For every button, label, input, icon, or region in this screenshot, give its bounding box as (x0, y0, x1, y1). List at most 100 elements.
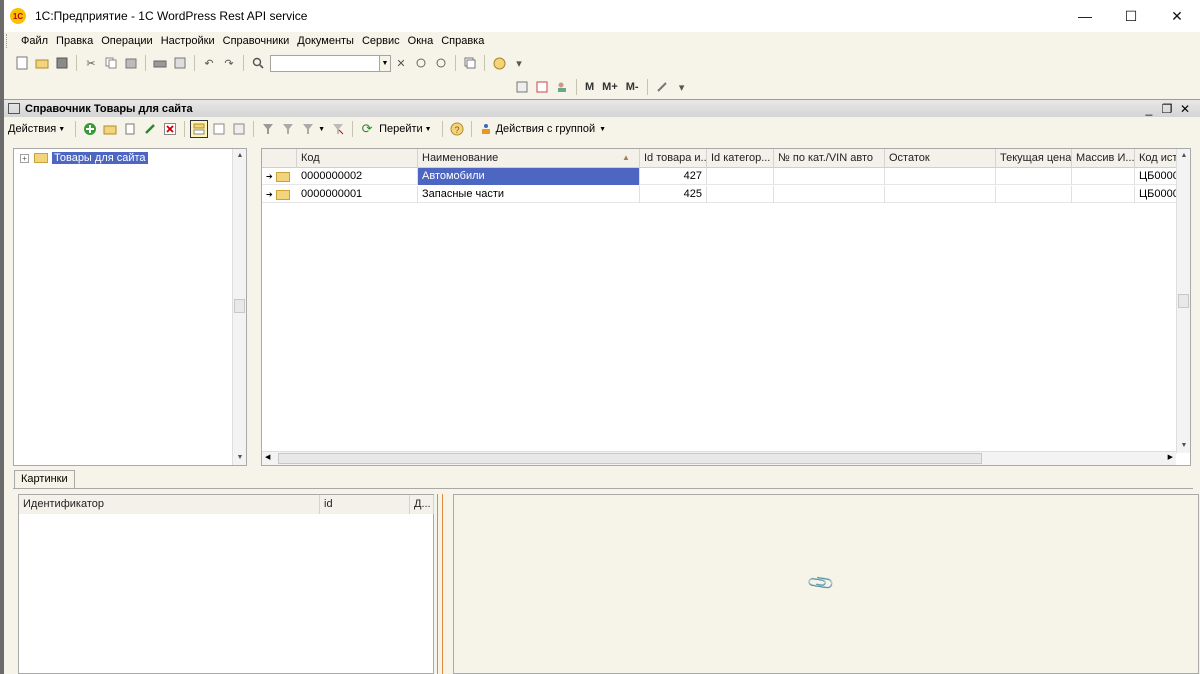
group-actions-menu[interactable]: Действия с группой (496, 123, 596, 135)
paste-icon[interactable] (123, 55, 139, 71)
clear-filter-icon[interactable] (329, 120, 347, 138)
tree-view-icon[interactable] (230, 120, 248, 138)
panel-splitter[interactable] (437, 494, 443, 674)
cut-icon[interactable]: ✂ (83, 55, 99, 71)
expand-arrow-icon[interactable]: ➔ (266, 190, 273, 199)
column-header-identifier[interactable]: Идентификатор (19, 495, 320, 514)
filter-history-icon[interactable] (299, 120, 317, 138)
info-icon[interactable] (491, 55, 507, 71)
column-header-vin[interactable]: № по кат./VIN авто (774, 149, 885, 168)
table-row[interactable]: ➔ 0000000001 Запасные части 425 ЦБ0000 (262, 186, 1180, 203)
maximize-button[interactable]: ☐ (1108, 0, 1154, 32)
search-input[interactable] (270, 54, 380, 72)
pictures-table[interactable]: Идентификатор id Д... (18, 494, 434, 674)
scroll-thumb[interactable] (234, 299, 245, 313)
menu-documents[interactable]: Документы (293, 35, 358, 47)
menu-edit[interactable]: Правка (52, 35, 97, 47)
scroll-up-icon[interactable]: ▲ (1177, 149, 1190, 163)
memory-button[interactable]: M (585, 81, 594, 93)
list-view-icon[interactable] (210, 120, 228, 138)
scroll-thumb[interactable] (278, 453, 982, 464)
search-icon[interactable] (250, 55, 266, 71)
hierarchy-view-icon[interactable] (190, 120, 209, 138)
print-icon[interactable] (152, 55, 168, 71)
refresh-icon[interactable]: ⟳ (358, 120, 376, 138)
filter-history-dropdown-icon[interactable]: ▼ (318, 126, 325, 133)
toolbar-more-icon[interactable]: ▾ (674, 79, 690, 95)
column-header-product-id[interactable]: Id товара и... (640, 149, 707, 168)
delete-item-icon[interactable] (161, 120, 179, 138)
scroll-right-icon[interactable]: ▶ (1168, 452, 1173, 464)
expand-icon[interactable]: + (20, 153, 29, 163)
users-icon[interactable] (554, 79, 570, 95)
add-group-icon[interactable] (101, 120, 119, 138)
column-header-category-id[interactable]: Id категор... (707, 149, 774, 168)
inner-restore-button[interactable]: ❐ (1158, 102, 1176, 116)
tree-vertical-scrollbar[interactable]: ▲ ▼ (232, 149, 246, 465)
menu-settings[interactable]: Настройки (157, 35, 219, 47)
menu-file[interactable]: Файл (17, 35, 52, 47)
tools-icon[interactable] (654, 79, 670, 95)
minimize-button[interactable]: — (1062, 0, 1108, 32)
edit-item-icon[interactable] (141, 120, 159, 138)
column-header-code[interactable]: Код (297, 149, 418, 168)
picture-preview[interactable]: 📎 (453, 494, 1199, 674)
column-header-source-code[interactable]: Код исто (1135, 149, 1180, 168)
actions-menu[interactable]: Действия (8, 123, 56, 135)
open-folder-icon[interactable] (34, 55, 50, 71)
windows-icon[interactable] (462, 55, 478, 71)
scroll-left-icon[interactable]: ◀ (265, 452, 270, 464)
items-table[interactable]: Код Наименование ▲ Id товара и... Id кат… (261, 148, 1191, 466)
copy-item-icon[interactable] (121, 120, 139, 138)
table-horizontal-scrollbar[interactable]: ◀ ▶ (262, 451, 1176, 465)
tab-pictures[interactable]: Картинки (14, 470, 75, 488)
tree-item-root[interactable]: + Товары для сайта (20, 152, 148, 164)
calendar-icon[interactable] (534, 79, 550, 95)
copy-icon[interactable] (103, 55, 119, 71)
scroll-thumb[interactable] (1178, 294, 1189, 308)
column-header-id[interactable]: id (320, 495, 410, 514)
column-header-extra[interactable]: Д... (410, 495, 434, 514)
column-header-name[interactable]: Наименование (418, 149, 640, 168)
cell-vin (774, 186, 885, 203)
search-next-icon[interactable] (413, 55, 429, 71)
column-header-stock[interactable]: Остаток (885, 149, 996, 168)
table-vertical-scrollbar[interactable]: ▲ ▼ (1176, 149, 1190, 453)
memory-minus-button[interactable]: M- (626, 81, 639, 93)
table-row[interactable]: ➔ 0000000002 Автомобили 427 ЦБ0000 (262, 168, 1180, 185)
undo-icon[interactable]: ↶ (201, 55, 217, 71)
scroll-down-icon[interactable]: ▼ (1177, 439, 1190, 453)
inner-close-button[interactable]: ✕ (1176, 102, 1194, 116)
redo-icon[interactable]: ↷ (221, 55, 237, 71)
filter-icon[interactable] (259, 120, 277, 138)
goto-dropdown-icon: ▼ (424, 125, 432, 133)
goto-menu[interactable]: Перейти (379, 123, 423, 135)
column-header-icon[interactable] (262, 149, 297, 168)
save-icon[interactable] (54, 55, 70, 71)
group-actions-icon[interactable] (477, 120, 495, 138)
inner-minimize-button[interactable]: _ (1140, 102, 1158, 116)
scroll-down-icon[interactable]: ▼ (233, 451, 247, 465)
toolbar-more-icon[interactable]: ▾ (511, 55, 527, 71)
menu-service[interactable]: Сервис (358, 35, 404, 47)
add-item-icon[interactable] (81, 120, 99, 138)
memory-plus-button[interactable]: M+ (602, 81, 618, 93)
close-button[interactable]: ✕ (1154, 0, 1200, 32)
filter-by-value-icon[interactable] (279, 120, 297, 138)
help-icon[interactable]: ? (448, 120, 466, 138)
menu-operations[interactable]: Операции (97, 35, 156, 47)
calculator-icon[interactable] (514, 79, 530, 95)
menu-help[interactable]: Справка (437, 35, 488, 47)
print-preview-icon[interactable] (172, 55, 188, 71)
expand-arrow-icon[interactable]: ➔ (266, 172, 273, 181)
column-header-price[interactable]: Текущая цена (996, 149, 1072, 168)
clear-search-icon[interactable]: ✕ (393, 55, 409, 71)
new-document-icon[interactable] (14, 55, 30, 71)
menu-catalogs[interactable]: Справочники (219, 35, 294, 47)
search-prev-icon[interactable] (433, 55, 449, 71)
column-header-images[interactable]: Массив И... (1072, 149, 1135, 168)
menu-windows[interactable]: Окна (404, 35, 438, 47)
search-dropdown-icon[interactable]: ▼ (380, 54, 391, 72)
scroll-up-icon[interactable]: ▲ (233, 149, 247, 163)
groups-tree[interactable]: + Товары для сайта ▲ ▼ (13, 148, 247, 466)
